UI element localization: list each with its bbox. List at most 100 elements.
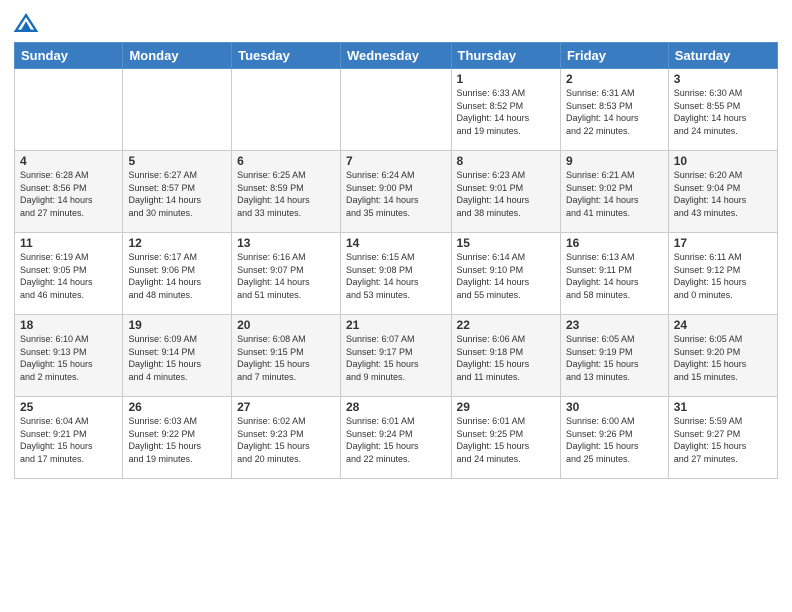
day-number: 14 <box>346 236 446 250</box>
day-number: 8 <box>457 154 555 168</box>
day-info: Sunrise: 6:16 AM Sunset: 9:07 PM Dayligh… <box>237 251 335 301</box>
day-cell: 12Sunrise: 6:17 AM Sunset: 9:06 PM Dayli… <box>123 233 232 315</box>
day-info: Sunrise: 6:14 AM Sunset: 9:10 PM Dayligh… <box>457 251 555 301</box>
day-cell: 11Sunrise: 6:19 AM Sunset: 9:05 PM Dayli… <box>15 233 123 315</box>
day-info: Sunrise: 6:01 AM Sunset: 9:25 PM Dayligh… <box>457 415 555 465</box>
week-row-1: 1Sunrise: 6:33 AM Sunset: 8:52 PM Daylig… <box>15 69 778 151</box>
day-number: 29 <box>457 400 555 414</box>
day-info: Sunrise: 6:07 AM Sunset: 9:17 PM Dayligh… <box>346 333 446 383</box>
day-info: Sunrise: 6:31 AM Sunset: 8:53 PM Dayligh… <box>566 87 663 137</box>
day-cell: 27Sunrise: 6:02 AM Sunset: 9:23 PM Dayli… <box>232 397 341 479</box>
weekday-header-tuesday: Tuesday <box>232 43 341 69</box>
day-cell: 10Sunrise: 6:20 AM Sunset: 9:04 PM Dayli… <box>668 151 777 233</box>
day-cell: 4Sunrise: 6:28 AM Sunset: 8:56 PM Daylig… <box>15 151 123 233</box>
day-info: Sunrise: 6:23 AM Sunset: 9:01 PM Dayligh… <box>457 169 555 219</box>
day-info: Sunrise: 6:27 AM Sunset: 8:57 PM Dayligh… <box>128 169 226 219</box>
day-cell: 15Sunrise: 6:14 AM Sunset: 9:10 PM Dayli… <box>451 233 560 315</box>
day-info: Sunrise: 6:25 AM Sunset: 8:59 PM Dayligh… <box>237 169 335 219</box>
day-number: 20 <box>237 318 335 332</box>
day-cell: 9Sunrise: 6:21 AM Sunset: 9:02 PM Daylig… <box>560 151 668 233</box>
day-cell: 7Sunrise: 6:24 AM Sunset: 9:00 PM Daylig… <box>340 151 451 233</box>
day-info: Sunrise: 5:59 AM Sunset: 9:27 PM Dayligh… <box>674 415 772 465</box>
day-info: Sunrise: 6:04 AM Sunset: 9:21 PM Dayligh… <box>20 415 117 465</box>
day-number: 6 <box>237 154 335 168</box>
week-row-5: 25Sunrise: 6:04 AM Sunset: 9:21 PM Dayli… <box>15 397 778 479</box>
day-cell: 14Sunrise: 6:15 AM Sunset: 9:08 PM Dayli… <box>340 233 451 315</box>
day-cell: 28Sunrise: 6:01 AM Sunset: 9:24 PM Dayli… <box>340 397 451 479</box>
day-cell: 25Sunrise: 6:04 AM Sunset: 9:21 PM Dayli… <box>15 397 123 479</box>
day-number: 22 <box>457 318 555 332</box>
day-info: Sunrise: 6:20 AM Sunset: 9:04 PM Dayligh… <box>674 169 772 219</box>
day-number: 1 <box>457 72 555 86</box>
day-info: Sunrise: 6:10 AM Sunset: 9:13 PM Dayligh… <box>20 333 117 383</box>
week-row-2: 4Sunrise: 6:28 AM Sunset: 8:56 PM Daylig… <box>15 151 778 233</box>
day-number: 28 <box>346 400 446 414</box>
day-info: Sunrise: 6:28 AM Sunset: 8:56 PM Dayligh… <box>20 169 117 219</box>
day-number: 10 <box>674 154 772 168</box>
day-number: 13 <box>237 236 335 250</box>
day-cell: 19Sunrise: 6:09 AM Sunset: 9:14 PM Dayli… <box>123 315 232 397</box>
day-number: 3 <box>674 72 772 86</box>
day-info: Sunrise: 6:00 AM Sunset: 9:26 PM Dayligh… <box>566 415 663 465</box>
week-row-4: 18Sunrise: 6:10 AM Sunset: 9:13 PM Dayli… <box>15 315 778 397</box>
day-cell: 26Sunrise: 6:03 AM Sunset: 9:22 PM Dayli… <box>123 397 232 479</box>
day-info: Sunrise: 6:17 AM Sunset: 9:06 PM Dayligh… <box>128 251 226 301</box>
day-info: Sunrise: 6:05 AM Sunset: 9:20 PM Dayligh… <box>674 333 772 383</box>
day-info: Sunrise: 6:13 AM Sunset: 9:11 PM Dayligh… <box>566 251 663 301</box>
day-number: 9 <box>566 154 663 168</box>
weekday-header-sunday: Sunday <box>15 43 123 69</box>
page: SundayMondayTuesdayWednesdayThursdayFrid… <box>0 0 792 612</box>
logo-icon <box>14 12 38 34</box>
day-number: 31 <box>674 400 772 414</box>
day-info: Sunrise: 6:11 AM Sunset: 9:12 PM Dayligh… <box>674 251 772 301</box>
day-cell: 21Sunrise: 6:07 AM Sunset: 9:17 PM Dayli… <box>340 315 451 397</box>
day-number: 15 <box>457 236 555 250</box>
logo <box>14 14 40 34</box>
day-cell: 16Sunrise: 6:13 AM Sunset: 9:11 PM Dayli… <box>560 233 668 315</box>
day-info: Sunrise: 6:30 AM Sunset: 8:55 PM Dayligh… <box>674 87 772 137</box>
day-number: 18 <box>20 318 117 332</box>
weekday-header-thursday: Thursday <box>451 43 560 69</box>
day-cell: 17Sunrise: 6:11 AM Sunset: 9:12 PM Dayli… <box>668 233 777 315</box>
day-number: 26 <box>128 400 226 414</box>
day-info: Sunrise: 6:33 AM Sunset: 8:52 PM Dayligh… <box>457 87 555 137</box>
day-number: 7 <box>346 154 446 168</box>
day-number: 27 <box>237 400 335 414</box>
day-cell: 13Sunrise: 6:16 AM Sunset: 9:07 PM Dayli… <box>232 233 341 315</box>
day-info: Sunrise: 6:09 AM Sunset: 9:14 PM Dayligh… <box>128 333 226 383</box>
day-cell <box>123 69 232 151</box>
day-number: 23 <box>566 318 663 332</box>
day-number: 21 <box>346 318 446 332</box>
day-info: Sunrise: 6:24 AM Sunset: 9:00 PM Dayligh… <box>346 169 446 219</box>
day-number: 30 <box>566 400 663 414</box>
day-cell: 31Sunrise: 5:59 AM Sunset: 9:27 PM Dayli… <box>668 397 777 479</box>
day-number: 5 <box>128 154 226 168</box>
weekday-header-wednesday: Wednesday <box>340 43 451 69</box>
day-cell: 1Sunrise: 6:33 AM Sunset: 8:52 PM Daylig… <box>451 69 560 151</box>
day-cell: 22Sunrise: 6:06 AM Sunset: 9:18 PM Dayli… <box>451 315 560 397</box>
day-cell: 18Sunrise: 6:10 AM Sunset: 9:13 PM Dayli… <box>15 315 123 397</box>
day-number: 12 <box>128 236 226 250</box>
day-cell <box>340 69 451 151</box>
day-info: Sunrise: 6:05 AM Sunset: 9:19 PM Dayligh… <box>566 333 663 383</box>
day-cell: 24Sunrise: 6:05 AM Sunset: 9:20 PM Dayli… <box>668 315 777 397</box>
day-number: 2 <box>566 72 663 86</box>
day-cell: 20Sunrise: 6:08 AM Sunset: 9:15 PM Dayli… <box>232 315 341 397</box>
day-cell: 3Sunrise: 6:30 AM Sunset: 8:55 PM Daylig… <box>668 69 777 151</box>
day-number: 24 <box>674 318 772 332</box>
day-info: Sunrise: 6:21 AM Sunset: 9:02 PM Dayligh… <box>566 169 663 219</box>
day-number: 4 <box>20 154 117 168</box>
day-info: Sunrise: 6:19 AM Sunset: 9:05 PM Dayligh… <box>20 251 117 301</box>
day-number: 17 <box>674 236 772 250</box>
weekday-header-saturday: Saturday <box>668 43 777 69</box>
day-info: Sunrise: 6:06 AM Sunset: 9:18 PM Dayligh… <box>457 333 555 383</box>
weekday-header-friday: Friday <box>560 43 668 69</box>
day-cell: 6Sunrise: 6:25 AM Sunset: 8:59 PM Daylig… <box>232 151 341 233</box>
day-cell: 2Sunrise: 6:31 AM Sunset: 8:53 PM Daylig… <box>560 69 668 151</box>
header <box>14 10 778 34</box>
day-info: Sunrise: 6:08 AM Sunset: 9:15 PM Dayligh… <box>237 333 335 383</box>
weekday-header-row: SundayMondayTuesdayWednesdayThursdayFrid… <box>15 43 778 69</box>
week-row-3: 11Sunrise: 6:19 AM Sunset: 9:05 PM Dayli… <box>15 233 778 315</box>
day-cell: 5Sunrise: 6:27 AM Sunset: 8:57 PM Daylig… <box>123 151 232 233</box>
day-number: 19 <box>128 318 226 332</box>
